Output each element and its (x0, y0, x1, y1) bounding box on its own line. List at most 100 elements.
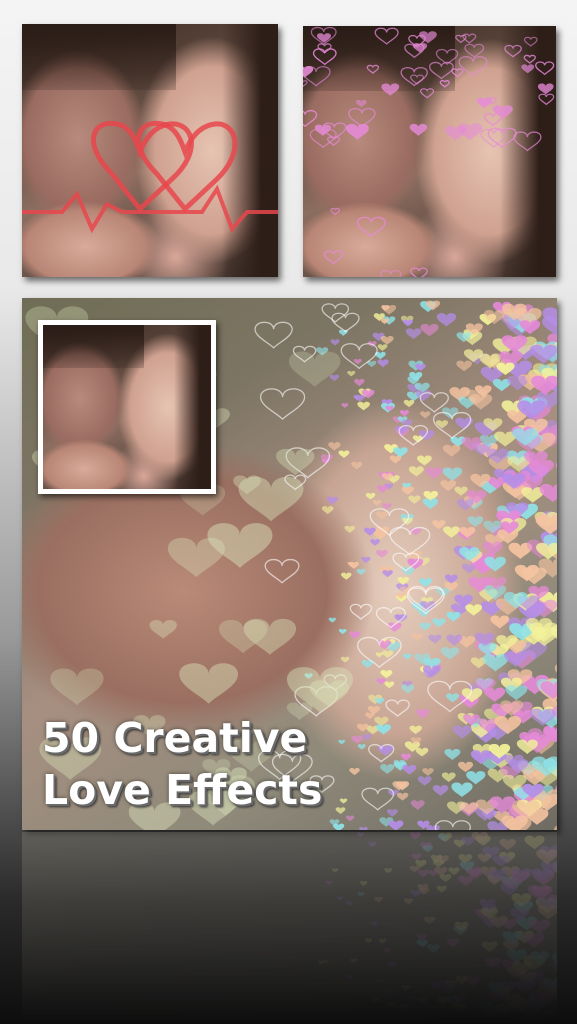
heart-icon (340, 656, 350, 663)
heart-icon (376, 678, 386, 685)
heart-icon (328, 442, 341, 451)
effect-thumbnail-purple-hearts[interactable] (303, 26, 556, 277)
heart-icon (325, 880, 333, 886)
heart-icon (330, 339, 340, 346)
inset-original-photo (38, 320, 216, 494)
heart-icon (359, 826, 368, 830)
heart-icon (409, 725, 422, 735)
heart-icon (454, 486, 468, 496)
heart-icon (523, 36, 538, 47)
heart-icon (335, 807, 346, 815)
heart-icon (388, 820, 404, 830)
heart-icon (408, 495, 421, 504)
effect-thumbnail-heartbeat[interactable] (22, 24, 278, 277)
heartbeat-hearts-icon (22, 120, 278, 234)
heart-icon (331, 868, 339, 873)
heart-icon (364, 938, 373, 944)
heart-icon (420, 323, 439, 337)
heart-icon (456, 360, 472, 372)
heart-icon (481, 941, 498, 953)
heart-icon (419, 88, 435, 99)
heart-icon (356, 568, 366, 576)
heart-icon (351, 461, 363, 470)
heart-icon (402, 764, 417, 775)
heart-icon (535, 61, 555, 76)
heart-icon (410, 890, 422, 898)
reflection (22, 832, 557, 1024)
heart-icon (368, 841, 377, 848)
heart-icon (387, 961, 397, 968)
heart-icon (357, 216, 386, 238)
heart-icon (537, 83, 554, 95)
heart-icon (446, 634, 463, 646)
heart-icon (419, 578, 432, 588)
heart-icon (372, 499, 382, 506)
title-line-2: Love Effects (42, 766, 323, 814)
heart-icon (535, 514, 557, 535)
heart-icon (417, 996, 428, 1004)
heart-icon (428, 634, 442, 644)
heart-icon (321, 506, 334, 515)
heart-icon (303, 80, 308, 88)
heart-icon (356, 832, 365, 838)
heart-icon (339, 798, 348, 804)
heart-icon (333, 823, 345, 830)
heart-icon (521, 64, 535, 74)
heart-icon (380, 669, 393, 679)
heart-icon (476, 97, 492, 109)
heart-icon (349, 768, 360, 776)
heart-icon (458, 875, 474, 887)
heart-icon (218, 619, 268, 654)
heart-icon (397, 1009, 407, 1016)
heart-icon (552, 961, 557, 973)
heart-icon (452, 725, 472, 739)
heart-icon (384, 867, 393, 874)
heart-icon (341, 572, 352, 580)
heart-icon (377, 485, 388, 493)
heart-icon (418, 869, 430, 878)
heart-icon (338, 739, 346, 745)
heart-icon (513, 131, 542, 152)
heart-icon (457, 761, 474, 773)
heart-icon (350, 958, 358, 964)
heart-icon (321, 303, 350, 323)
heart-icon (393, 447, 408, 458)
heart-icon (303, 109, 318, 128)
heart-icon (149, 619, 177, 639)
heart-icon (323, 250, 344, 265)
heart-icon (328, 617, 337, 623)
heart-icon (364, 527, 376, 536)
heart-icon (490, 615, 510, 629)
heart-icon (553, 825, 557, 830)
heart-icon (396, 792, 409, 801)
heart-icon (504, 44, 522, 58)
heart-icon (431, 981, 444, 990)
heart-icon (330, 207, 341, 216)
heart-icon (356, 723, 369, 732)
heart-icon (382, 503, 392, 510)
heart-icon (411, 633, 423, 642)
heart-icon (326, 496, 339, 505)
promo-title: 50 Creative Love Effects (42, 712, 322, 816)
heart-icon (276, 448, 315, 476)
heart-icon (400, 753, 412, 761)
heart-icon (407, 995, 416, 1001)
heart-icon (365, 492, 376, 500)
heart-icon (427, 944, 440, 953)
heart-icon (370, 539, 380, 546)
heart-icon (542, 316, 557, 336)
heart-icon (417, 776, 432, 786)
heart-icon (451, 782, 473, 798)
heart-icon (469, 1018, 483, 1024)
heart-icon (416, 709, 430, 719)
heart-icon (440, 480, 457, 492)
heart-icon (349, 603, 373, 620)
heart-icon (349, 631, 361, 639)
heart-icon (416, 455, 432, 466)
heart-icon (477, 853, 492, 863)
heart-icon (402, 653, 412, 660)
heart-icon (372, 997, 380, 1003)
heart-icon (465, 976, 481, 987)
heart-icon (428, 869, 439, 877)
heart-icon (336, 896, 343, 901)
